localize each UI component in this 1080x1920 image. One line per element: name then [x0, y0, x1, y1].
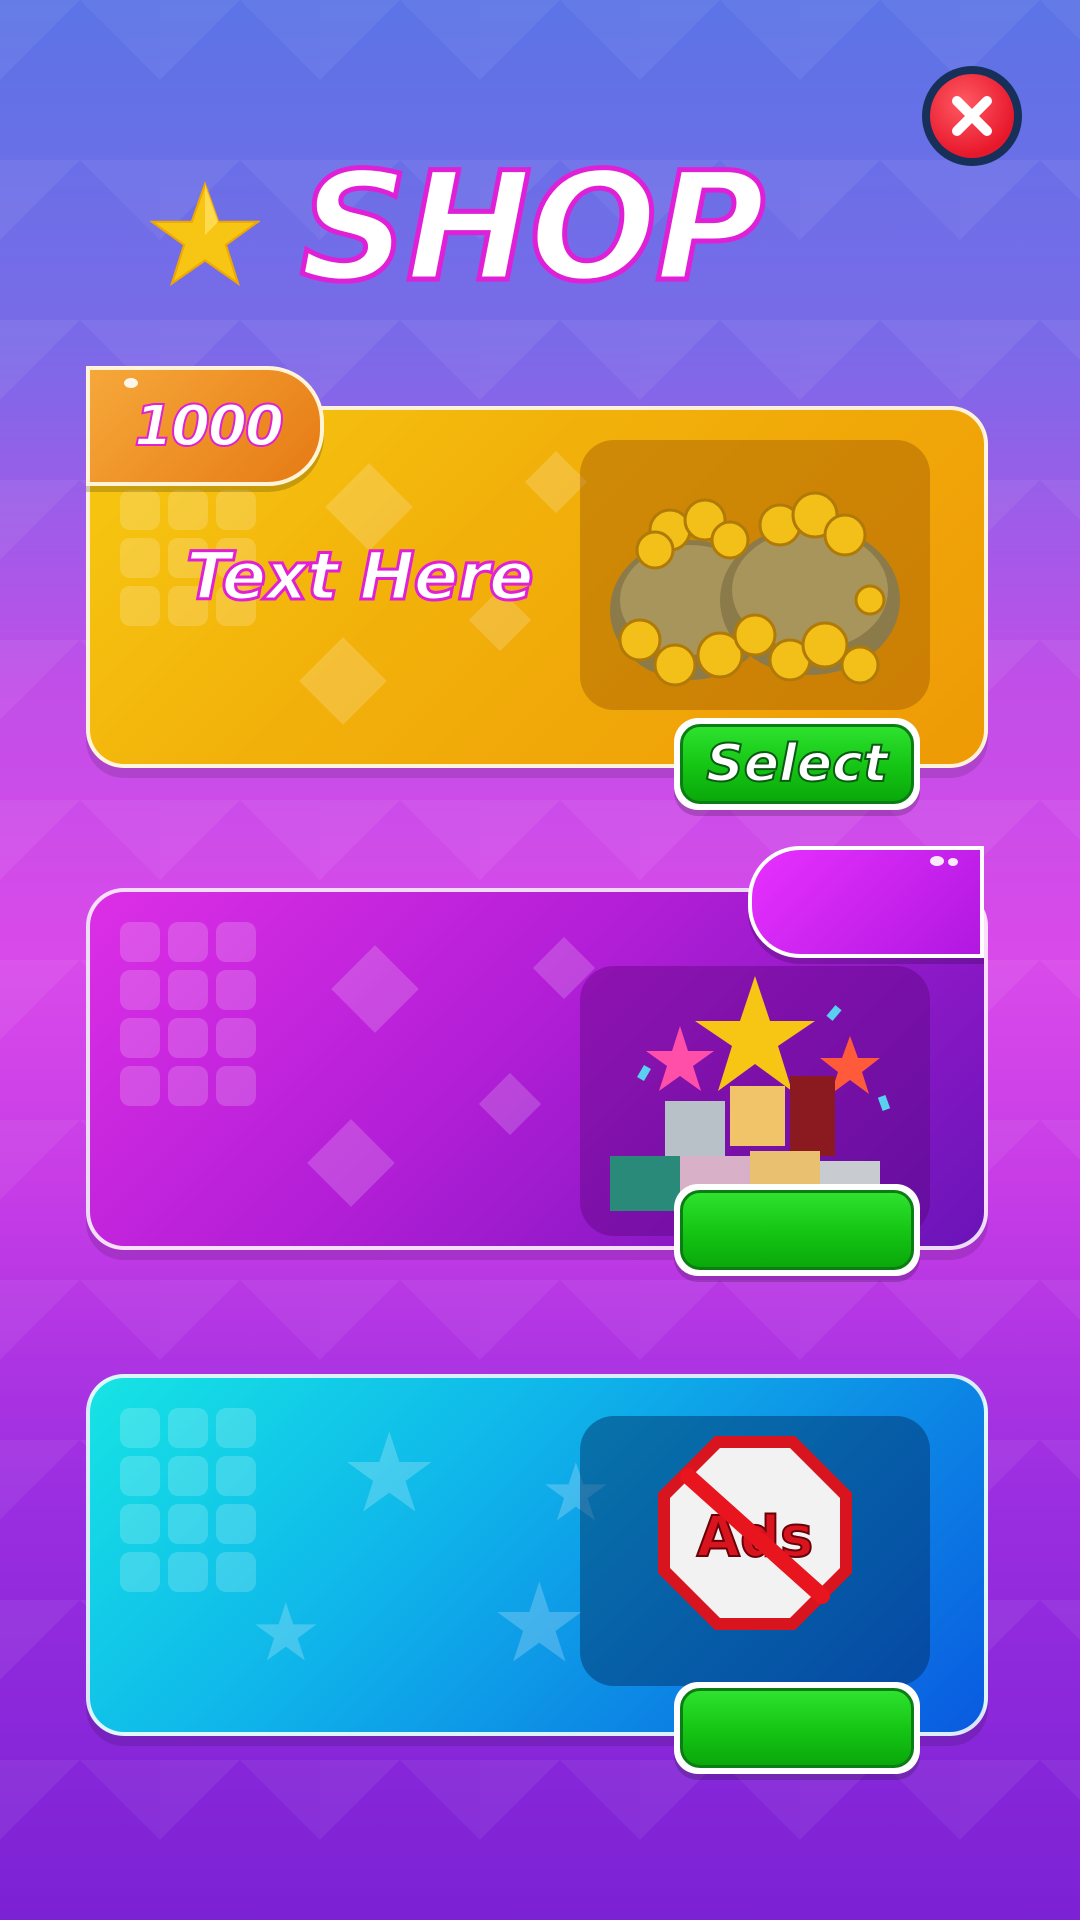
buy-button[interactable]: [674, 1184, 920, 1276]
dot-grid-decoration: [120, 922, 256, 1106]
star-decoration: ★: [250, 1586, 322, 1679]
price-tag-label: 1000: [133, 393, 285, 460]
select-button[interactable]: Select: [674, 718, 920, 810]
diamond-decoration: [307, 1119, 395, 1207]
diamond-decoration: [478, 1072, 542, 1136]
diamond-decoration: [299, 637, 387, 725]
dot-grid-decoration: [120, 1408, 256, 1592]
select-button-label: Select: [680, 724, 914, 804]
price-tag: 1000: [86, 366, 324, 486]
close-button[interactable]: [922, 66, 1022, 166]
coin-bags-image: [580, 440, 930, 710]
star-icon: [150, 180, 260, 290]
no-ads-image: Ads: [580, 1416, 930, 1686]
diamond-decoration: [331, 945, 419, 1033]
card-text: Text Here: [185, 537, 536, 617]
diamond-decoration: [524, 450, 588, 514]
page-title: SHOP: [297, 141, 767, 315]
star-decoration: ★: [340, 1409, 439, 1537]
star-decoration: ★: [490, 1559, 589, 1687]
remove-ads-button-label: [680, 1688, 914, 1768]
remove-ads-button[interactable]: [674, 1682, 920, 1774]
buy-button-label: [680, 1190, 914, 1270]
close-icon: [930, 74, 1014, 158]
price-tag: [748, 846, 984, 958]
